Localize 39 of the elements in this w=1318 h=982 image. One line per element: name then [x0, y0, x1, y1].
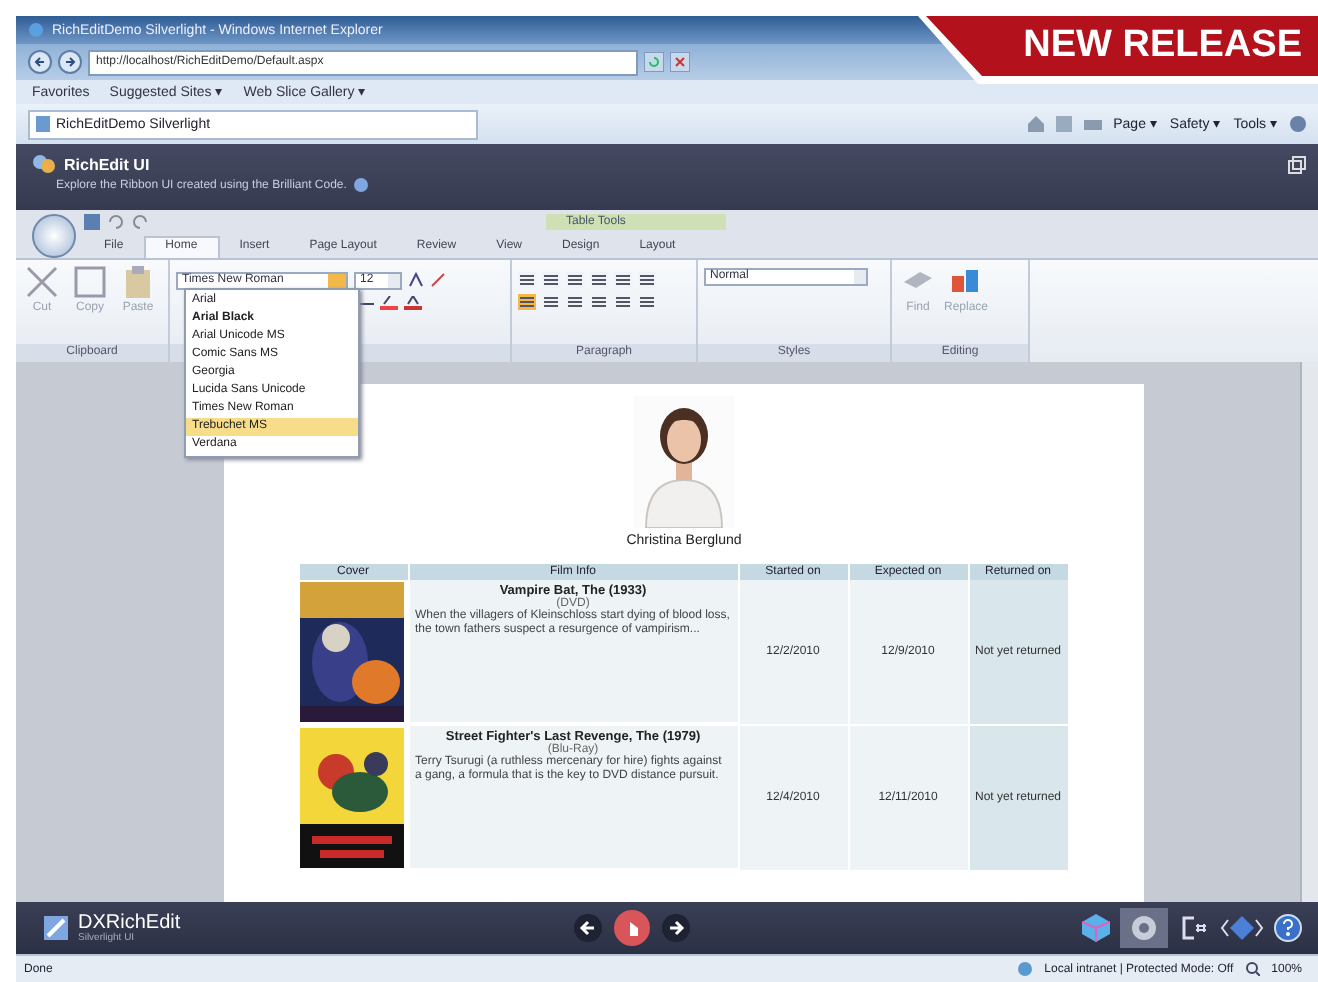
globe-icon — [1018, 962, 1033, 977]
page-icon — [36, 116, 50, 132]
blocks-icon — [950, 265, 982, 298]
zoom-icon[interactable] — [1245, 962, 1260, 977]
diamond-arrows-icon[interactable] — [1220, 914, 1265, 943]
save-icon[interactable] — [84, 214, 100, 231]
undo-icon[interactable] — [108, 214, 124, 231]
grow-font-icon[interactable] — [408, 272, 424, 289]
product-name: DXRichEdit — [78, 913, 181, 934]
font-color-icon[interactable] — [404, 295, 422, 310]
banner-text: NEW RELEASE — [1023, 24, 1302, 68]
forward-icon[interactable] — [661, 914, 690, 943]
align-left-icon[interactable] — [518, 293, 536, 310]
scissors-icon — [26, 265, 58, 298]
line-spacing-icon[interactable] — [614, 293, 632, 310]
back-icon[interactable] — [573, 914, 602, 943]
redo-icon[interactable] — [132, 214, 148, 231]
help-icon[interactable] — [1274, 914, 1303, 943]
restore-icon[interactable] — [1288, 156, 1306, 174]
logo-icon — [44, 916, 68, 941]
cube-icon[interactable] — [1082, 914, 1111, 943]
gear-icon[interactable] — [1120, 908, 1169, 949]
align-right-icon[interactable] — [566, 293, 584, 310]
shading-icon[interactable] — [638, 293, 656, 310]
forward-icon[interactable] — [58, 50, 82, 74]
stop-icon[interactable] — [670, 52, 690, 72]
copy-icon — [74, 265, 106, 298]
clear-format-icon[interactable] — [430, 272, 446, 289]
align-center-icon[interactable] — [542, 293, 560, 310]
info-icon[interactable] — [354, 178, 369, 192]
back-icon[interactable] — [28, 50, 52, 74]
application-button[interactable] — [32, 213, 76, 258]
clipboard-icon — [122, 265, 154, 298]
app-icon — [32, 154, 56, 174]
scrollbar[interactable] — [1300, 359, 1318, 903]
app-title: RichEdit UI — [64, 155, 150, 173]
justify-icon[interactable] — [590, 293, 608, 310]
globe-icon — [28, 22, 44, 38]
highlight-icon[interactable] — [380, 295, 398, 310]
